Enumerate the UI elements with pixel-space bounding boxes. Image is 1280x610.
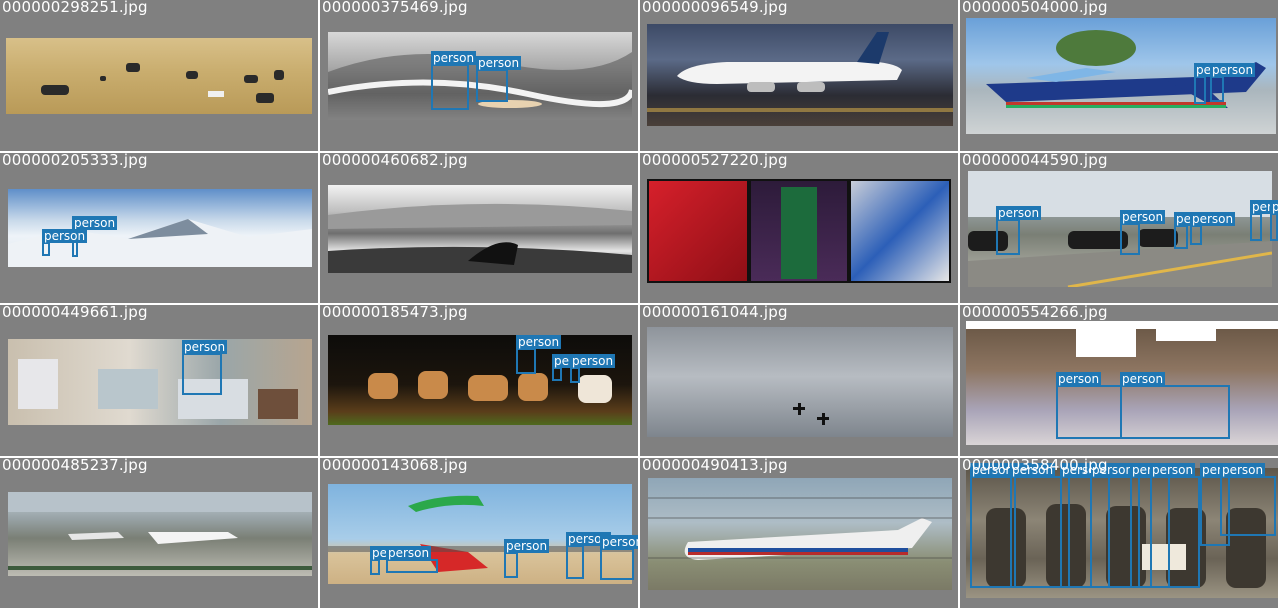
image-filename: 000000358400.jpg: [962, 457, 1108, 474]
detection-box[interactable]: person: [1194, 63, 1240, 104]
detection-box[interactable]: person: [1120, 372, 1230, 439]
image-filename: 000000298251.jpg: [2, 0, 148, 16]
detection-box[interactable]: person: [1174, 211, 1220, 249]
image-filename: 000000460682.jpg: [322, 152, 468, 169]
detection-box[interactable]: person: [996, 205, 1042, 255]
image-cell[interactable]: 000000485237.jpg: [0, 457, 320, 610]
mountains-illustration: [8, 218, 312, 267]
detection-label: person: [1120, 372, 1166, 386]
photo-airport: [8, 491, 312, 576]
fence-jet-illustration: [648, 497, 952, 560]
image-cell[interactable]: 000000504000.jpg person person: [960, 0, 1280, 153]
image-filename: 000000490413.jpg: [642, 457, 788, 474]
detection-label: person: [72, 215, 118, 230]
image-cell[interactable]: 000000460682.jpg: [320, 152, 640, 305]
photo-horses: [328, 335, 632, 425]
photo-biplanes: [647, 327, 953, 437]
image-filename: 000000143068.jpg: [322, 457, 468, 474]
detection-label: person: [1210, 63, 1256, 77]
airport-illustration: [8, 491, 312, 570]
image-cell[interactable]: 000000449661.jpg person: [0, 305, 320, 458]
biplanes-illustration: [793, 403, 829, 425]
detection-label: person: [570, 354, 616, 368]
landscape-illustration: [328, 203, 632, 273]
detection-box[interactable]: person: [1270, 199, 1278, 241]
detection-label: person: [476, 56, 522, 70]
detection-label: person: [1220, 462, 1266, 477]
detection-box[interactable]: person: [504, 538, 550, 578]
horses-illustration: [368, 371, 612, 403]
detection-label: person: [431, 51, 477, 65]
detection-box[interactable]: person: [566, 531, 612, 579]
image-filename: 000000485237.jpg: [2, 457, 148, 474]
image-cell[interactable]: 000000205333.jpg person person: [0, 152, 320, 305]
airliner-illustration: [647, 32, 953, 112]
photo-egyptair-plane: [647, 24, 953, 126]
image-filename: 000000096549.jpg: [642, 0, 788, 16]
detection-box[interactable]: person: [1150, 462, 1200, 588]
detection-box[interactable]: person: [370, 545, 416, 575]
image-cell[interactable]: 000000161044.jpg: [640, 305, 960, 458]
zebras-illustration: [41, 63, 284, 103]
image-cell[interactable]: 000000185473.jpg person person person: [320, 305, 640, 458]
photo-collage: [647, 178, 951, 283]
detection-box[interactable]: person: [386, 545, 438, 573]
detection-box[interactable]: person: [182, 340, 228, 395]
image-filename: 000000527220.jpg: [642, 152, 788, 169]
detection-label: person: [996, 205, 1042, 220]
collage-panel-scooters: [851, 180, 949, 281]
image-cell[interactable]: 000000490413.jpg: [640, 457, 960, 610]
detection-label: person: [182, 340, 228, 354]
image-filename: 000000449661.jpg: [2, 305, 148, 321]
image-filename: 000000185473.jpg: [322, 305, 468, 321]
image-filename: 000000161044.jpg: [642, 305, 788, 321]
detection-box[interactable]: person: [1056, 372, 1122, 439]
detection-label: person: [1056, 372, 1102, 386]
collage-panel-car: [649, 180, 747, 281]
detection-box[interactable]: person: [516, 335, 562, 374]
image-cell[interactable]: 000000527220.jpg: [640, 152, 960, 305]
detection-label: person: [516, 335, 562, 349]
detection-label: person: [1150, 462, 1196, 477]
room-illustration: [18, 359, 298, 419]
image-filename: 000000044590.jpg: [962, 152, 1108, 169]
detection-box[interactable]: person: [570, 354, 616, 383]
detection-label: person: [1190, 211, 1236, 226]
detection-label: person: [1120, 209, 1166, 224]
detection-box[interactable]: person: [476, 56, 522, 102]
image-filename: 000000554266.jpg: [962, 305, 1108, 321]
detection-label: person: [42, 228, 88, 243]
image-filename: 000000205333.jpg: [2, 152, 148, 169]
image-cell[interactable]: 000000298251.jpg: [0, 0, 320, 153]
photo-bw-landscape: [328, 184, 632, 273]
detection-box[interactable]: person: [1210, 63, 1256, 102]
detection-box[interactable]: person: [1190, 211, 1236, 245]
detection-label: person: [600, 534, 638, 549]
image-cell[interactable]: 000000358400.jpg person person person pe…: [960, 457, 1280, 610]
image-cell[interactable]: 000000375469.jpg person person: [320, 0, 640, 153]
detection-box[interactable]: person: [600, 534, 638, 580]
image-cell[interactable]: 000000554266.jpg person person: [960, 305, 1280, 458]
image-filename: 000000375469.jpg: [322, 0, 468, 16]
photo-zebras: [6, 38, 312, 114]
image-filename: 000000504000.jpg: [962, 0, 1108, 16]
detection-box[interactable]: person: [42, 228, 88, 256]
detection-box[interactable]: person: [431, 51, 477, 110]
detection-label: person: [386, 545, 432, 560]
detection-box[interactable]: person: [1250, 199, 1278, 241]
detection-label: person: [1270, 199, 1278, 214]
image-cell[interactable]: 000000044590.jpg person person person pe…: [960, 152, 1280, 305]
image-cell[interactable]: 000000096549.jpg: [640, 0, 960, 153]
photo-fence-jet: [648, 477, 952, 590]
image-cell[interactable]: 000000143068.jpg person person person pe…: [320, 457, 640, 610]
detection-box[interactable]: person: [1220, 462, 1276, 536]
detection-label: person: [504, 538, 550, 553]
photo-snow-mountains: [8, 188, 312, 267]
photo-hospital-room: [8, 339, 312, 425]
collage-panel-gas-sign: [751, 180, 847, 281]
detection-box[interactable]: person: [552, 354, 598, 381]
detection-box[interactable]: person: [1120, 209, 1166, 255]
detection-results-grid: 000000298251.jpg 000000375469.jpg person…: [0, 0, 1280, 610]
